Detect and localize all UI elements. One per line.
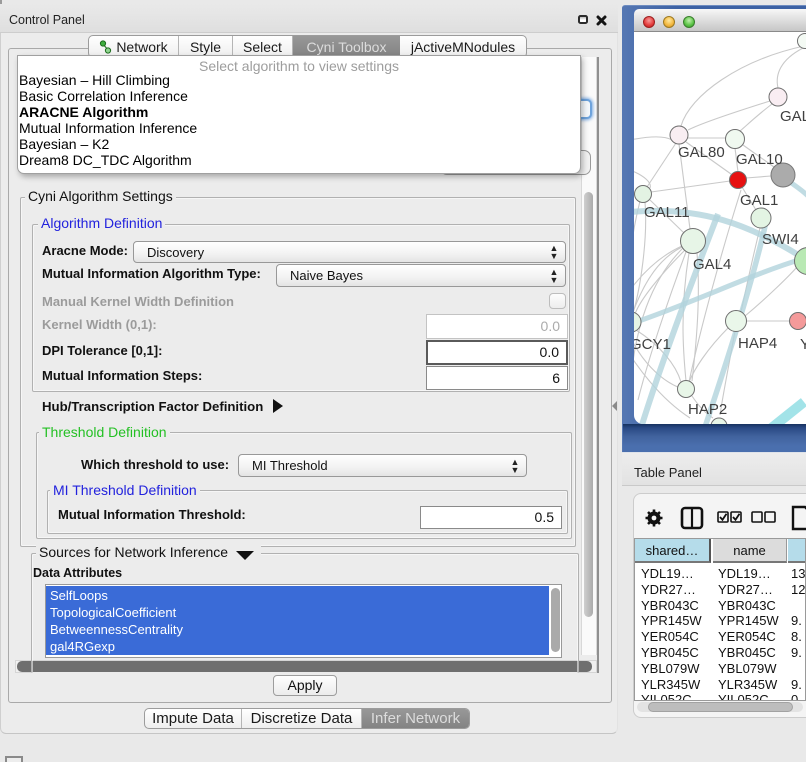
svg-text:GAL80: GAL80 — [678, 144, 725, 161]
svg-text:HAP4: HAP4 — [738, 335, 777, 352]
svg-text:Y: Y — [800, 336, 806, 353]
svg-text:GAL1: GAL1 — [740, 192, 778, 209]
svg-text:SWI4: SWI4 — [762, 231, 799, 248]
svg-text:GAL: GAL — [780, 108, 806, 125]
svg-text:HAP2: HAP2 — [688, 401, 727, 418]
svg-text:GCY1: GCY1 — [634, 336, 671, 353]
svg-text:GAL10: GAL10 — [736, 151, 783, 168]
svg-text:GAL4: GAL4 — [693, 256, 731, 273]
svg-text:GAL11: GAL11 — [644, 204, 690, 221]
